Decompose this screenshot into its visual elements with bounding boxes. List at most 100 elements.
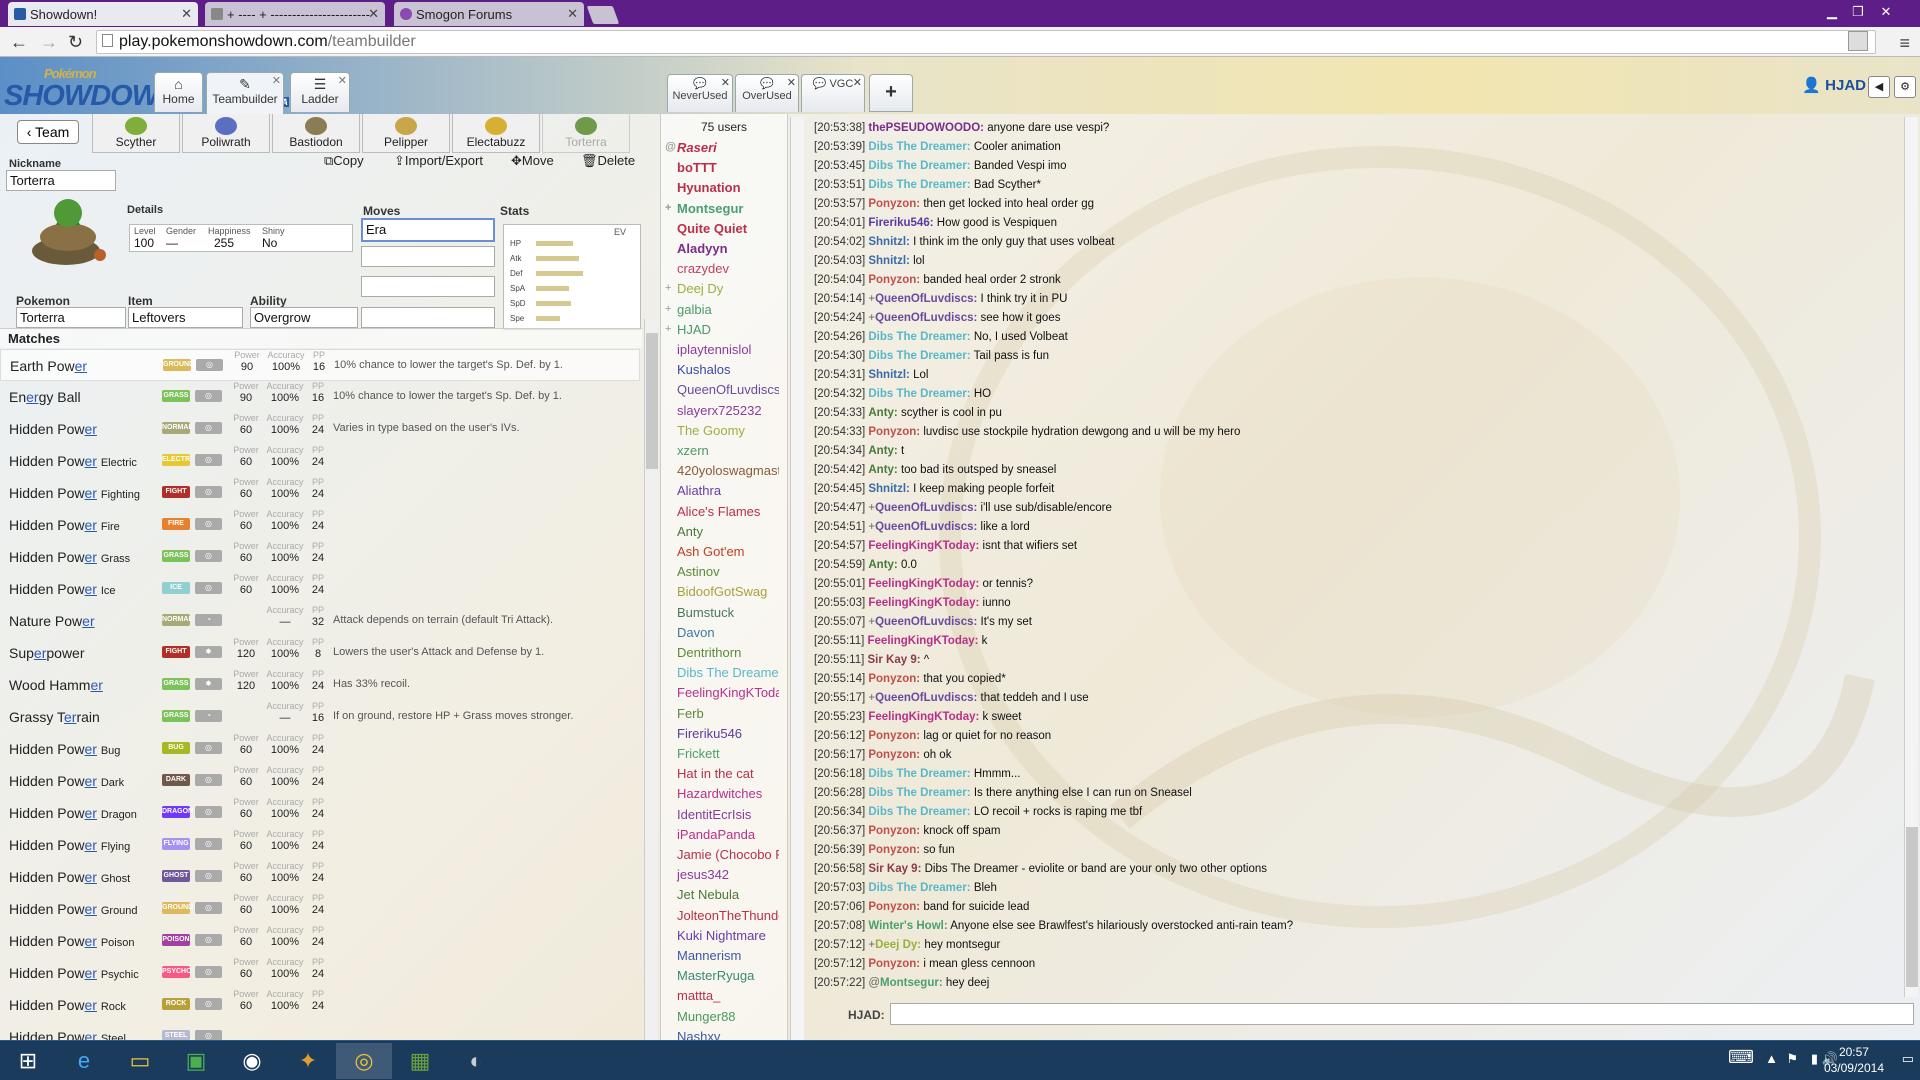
scrollbar-thumb[interactable] [646,333,658,469]
move1-field[interactable]: Era [361,218,495,242]
close-icon[interactable]: ✕ [567,6,578,22]
chat-username[interactable]: Dibs The Dreamer: [868,768,970,780]
chat-scrollbar[interactable] [1904,117,1918,997]
team-slot-torterra[interactable]: Torterra [542,114,630,153]
pokemon-field[interactable]: Torterra [16,307,126,328]
close-icon[interactable]: ✕ [853,76,862,89]
chat-username[interactable]: QueenOfLuvdiscs: [875,502,977,514]
browser-tab-2[interactable]: + ---- + ----------------------- ✕ [205,2,385,26]
store-icon[interactable]: ▣ [168,1043,224,1079]
minimize-icon[interactable]: ▁ [1822,4,1842,20]
chat-username[interactable]: Ponyzon: [868,198,920,210]
user-list-item[interactable]: @ Raseri [661,140,779,160]
delete-button[interactable]: 🗑Delete [581,153,635,169]
chat-username[interactable]: Ponyzon: [868,274,920,286]
move-result-row[interactable]: Hidden Power Electric ELECTR ◎ Power 60 Accur… [0,445,640,477]
close-icon[interactable]: ✕ [368,6,379,22]
close-icon[interactable]: ✕ [272,74,281,87]
chat-username[interactable]: Ponyzon: [868,749,920,761]
user-list-item[interactable]: Fireriku546 [661,726,779,746]
user-list-item[interactable]: Ferb [661,706,779,726]
user-list-item[interactable]: + Deej Dy [661,281,779,301]
close-icon[interactable]: ✕ [338,74,347,87]
user-list-item[interactable]: mattta_ [661,988,779,1008]
item-field[interactable]: Leftovers [128,307,243,328]
nav-home-tab[interactable]: ⌂ Home [154,72,203,112]
move-result-row[interactable]: Earth Power GROUND ◎ Power 90 Accuracy 100% PP… [0,349,640,381]
user-list-item[interactable]: Ash Got'em [661,544,779,564]
ability-field[interactable]: Overgrow [250,307,358,328]
user-list-scrollbar[interactable] [790,117,804,1047]
flag-icon[interactable]: ⚑ [1786,1051,1798,1067]
move-result-row[interactable]: Nature Power NORMAL ◔ Accuracy — PP 32 Attack … [0,605,640,637]
user-list-item[interactable]: 420yoloswagmastr [661,463,779,483]
user-list-item[interactable]: Jamie (Chocobo R. [661,847,779,867]
chat-username[interactable]: Dibs The Dreamer: [868,331,970,343]
chat-username[interactable]: Anty: [868,445,897,457]
move-result-row[interactable]: Hidden Power Rock ROCK ◎ Power 60 Accuracy 100… [0,989,640,1021]
gear-icon[interactable]: ⚙ [1894,76,1916,98]
team-slot-pelipper[interactable]: Pelipper [362,114,450,153]
user-list-item[interactable]: Aliathra [661,483,779,503]
notification-icon[interactable]: ▭ [1902,1051,1914,1067]
user-list-item[interactable]: Hazardwitches [661,786,779,806]
stats-box[interactable]: EV HP Atk Def SpA SpD Spe [503,224,641,330]
user-list-item[interactable]: boTTT [661,160,779,180]
chat-username[interactable]: FeelingKingKToday: [868,711,979,723]
user-list-item[interactable]: iPandaPanda [661,827,779,847]
keyboard-icon[interactable]: ⌨ [1728,1047,1754,1068]
nickname-field[interactable]: Torterra [6,170,116,191]
user-list-item[interactable]: BidoofGotSwag [661,584,779,604]
chat-username[interactable]: Sir Kay 9: [868,654,921,666]
user-list-item[interactable]: xzern [661,443,779,463]
user-list-item[interactable]: FeelingKingKToday [661,685,779,705]
chat-username[interactable]: Dibs The Dreamer: [868,141,970,153]
chat-username[interactable]: Ponyzon: [868,958,920,970]
new-tab-button[interactable] [586,6,620,24]
clock[interactable]: 20:57 03/09/2014 [1824,1044,1884,1076]
move-result-row[interactable]: Hidden Power Grass GRASS ◎ Power 60 Accuracy 1… [0,541,640,573]
user-list-item[interactable]: crazydev [661,261,779,281]
user-list-item[interactable]: IdentitEcrIsis [661,807,779,827]
sound-icon[interactable]: ◀ [1868,76,1890,98]
move-result-row[interactable]: Energy Ball GRASS ◎ Power 90 Accuracy 100% PP 1… [0,381,640,413]
close-icon[interactable]: ✕ [181,6,192,22]
move-result-row[interactable]: Hidden Power NORMAL ◎ Power 60 Accuracy 100% P… [0,413,640,445]
tray-arrow-icon[interactable]: ▲ [1765,1051,1778,1066]
new-room-button[interactable]: + [869,74,913,112]
user-list-item[interactable]: Kushalos [661,362,779,382]
user-list-item[interactable]: QueenOfLuvdiscs [661,382,779,402]
chat-username[interactable]: Ponyzon: [868,844,920,856]
user-list-item[interactable]: Frickett [661,746,779,766]
move-result-row[interactable]: Hidden Power Flying FLYING ◎ Power 60 Accurac… [0,829,640,861]
chat-username[interactable]: Anty: [868,464,897,476]
chat-username[interactable]: Ponyzon: [868,901,920,913]
user-list-item[interactable]: Mannerism [661,948,779,968]
user-list-item[interactable]: Astinov [661,564,779,584]
chat-username[interactable]: Dibs The Dreamer: [868,806,970,818]
chat-username[interactable]: QueenOfLuvdiscs: [875,312,977,324]
chat-username[interactable]: Dibs The Dreamer: [868,350,970,362]
move-result-row[interactable]: Hidden Power Fighting FIGHT ◎ Power 60 Accura… [0,477,640,509]
copy-button[interactable]: ⧉Copy [324,153,364,169]
move-result-row[interactable]: Wood Hammer GRASS ✸ Power 120 Accuracy 100% PP… [0,669,640,701]
media-player-icon[interactable]: ◉ [224,1043,280,1079]
user-list-item[interactable]: slayerx725232 [661,403,779,423]
chat-tab-overused[interactable]: 💬 OverUsed ✕ [735,74,799,112]
user-button[interactable]: 👤 HJAD [1802,76,1866,94]
user-list-item[interactable]: The Goomy [661,423,779,443]
nav-ladder-tab[interactable]: ☰ Ladder ✕ [290,72,350,112]
close-window-icon[interactable]: ✕ [1876,4,1896,20]
chat-username[interactable]: Ponyzon: [868,730,920,742]
user-list-item[interactable]: Aladyyn [661,241,779,261]
chat-tab-vgc[interactable]: 💬 VGC ✕ [801,74,865,112]
chat-username[interactable]: Anty: [868,407,897,419]
chat-input[interactable] [890,1003,1914,1025]
user-list-item[interactable]: Hat in the cat [661,766,779,786]
minecraft-icon[interactable]: ▦ [392,1043,448,1079]
chat-username[interactable]: Montsegur: [880,977,943,989]
user-list-item[interactable]: Kuki Nightmare [661,928,779,948]
paint-icon[interactable]: ✦ [280,1043,336,1079]
chat-username[interactable]: QueenOfLuvdiscs: [875,521,977,533]
user-list-item[interactable]: Jet Nebula [661,887,779,907]
